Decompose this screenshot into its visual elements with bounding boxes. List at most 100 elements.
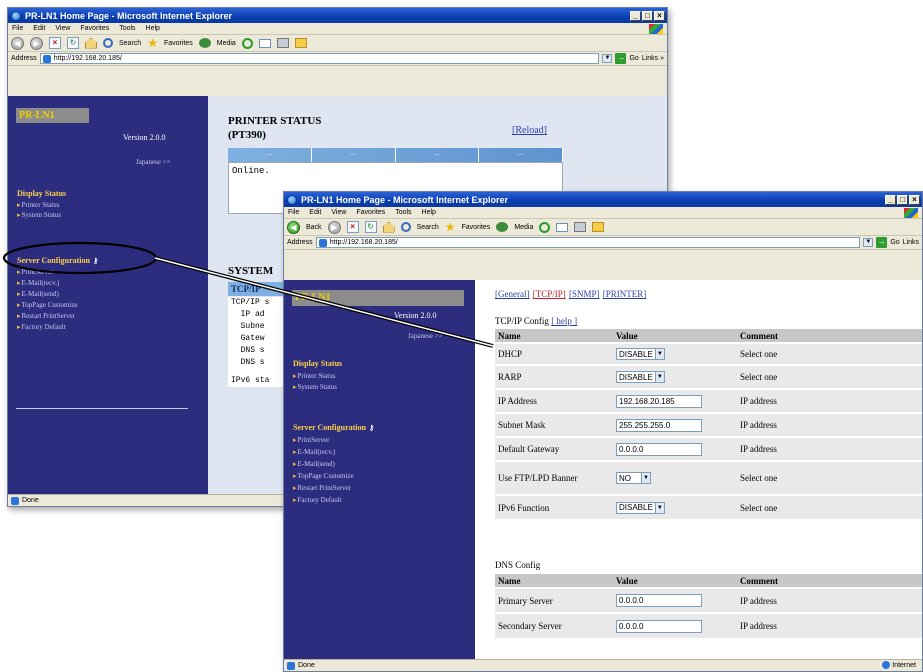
menu-file[interactable]: File xyxy=(12,25,23,32)
menu-view[interactable]: View xyxy=(55,25,70,32)
menu-help[interactable]: Help xyxy=(146,25,160,32)
folder-icon[interactable] xyxy=(592,222,605,232)
back-arrow-icon[interactable]: ◀ xyxy=(287,220,300,234)
table-row: Use FTP/LPD Banner NO ▼ Select one xyxy=(495,460,922,495)
close-button[interactable]: × xyxy=(654,10,665,21)
favorites-star-icon[interactable]: ★ xyxy=(147,37,158,49)
search-button[interactable]: Search xyxy=(119,40,141,47)
sidebar-link-email-recv[interactable]: E-Mail(recv.) xyxy=(293,448,336,456)
menu-tools[interactable]: Tools xyxy=(119,25,135,32)
reload-link[interactable]: [Reload] xyxy=(512,125,547,136)
maximize-button[interactable]: □ xyxy=(642,10,653,21)
ipv6-function-select[interactable]: DISABLE ▼ xyxy=(616,501,665,514)
history-icon[interactable] xyxy=(539,221,551,233)
japanese-link[interactable]: Japanese >> xyxy=(408,332,443,340)
menu-edit[interactable]: Edit xyxy=(309,209,321,216)
media-icon[interactable] xyxy=(198,38,211,48)
logo: PR-LN1 xyxy=(16,108,89,123)
sidebar-link-email-send[interactable]: E-Mail(send) xyxy=(293,460,335,468)
history-icon[interactable] xyxy=(241,37,253,49)
nav-snmp[interactable]: [SNMP] xyxy=(569,289,600,299)
refresh-button[interactable]: ↻ xyxy=(364,221,377,233)
address-dropdown[interactable]: ▼ xyxy=(602,54,613,63)
address-dropdown[interactable]: ▼ xyxy=(863,238,874,247)
sidebar-link-email-recv[interactable]: E-Mail(recv.) xyxy=(17,279,60,287)
sidebar-link-factory-default[interactable]: Factory Default xyxy=(293,496,342,504)
favorites-star-icon[interactable]: ★ xyxy=(445,221,456,233)
menu-edit[interactable]: Edit xyxy=(33,25,45,32)
title-bar[interactable]: PR-LN1 Home Page - Microsoft Internet Ex… xyxy=(8,8,667,23)
print-icon[interactable] xyxy=(276,38,289,48)
menu-file[interactable]: File xyxy=(288,209,299,216)
sidebar-link-printer-status[interactable]: Printer Status xyxy=(293,372,336,380)
dhcp-select[interactable]: DISABLE ▼ xyxy=(616,348,665,360)
minimize-button[interactable]: _ xyxy=(630,10,641,21)
media-button[interactable]: Media xyxy=(217,40,236,47)
go-arrow-icon[interactable]: → xyxy=(615,53,627,64)
stop-button[interactable]: × xyxy=(346,221,359,233)
status-strip-cell: --- xyxy=(228,148,312,162)
help-link[interactable]: [ help ] xyxy=(551,316,577,326)
go-button[interactable]: Go xyxy=(890,239,899,246)
minimize-button[interactable]: _ xyxy=(885,194,896,205)
go-button[interactable]: Go xyxy=(629,55,638,62)
subnet-mask-input[interactable]: 255.255.255.0 xyxy=(616,418,702,432)
sidebar-link-email-send[interactable]: E-Mail(send) xyxy=(17,290,59,298)
media-icon[interactable] xyxy=(496,222,509,232)
sidebar: PR-LN1 Version 2.0.0 Japanese >> Display… xyxy=(284,280,475,659)
mail-icon[interactable] xyxy=(556,222,569,232)
mail-icon[interactable] xyxy=(258,38,271,48)
sidebar-link-printserver[interactable]: PrintServer xyxy=(293,436,330,444)
forward-button[interactable]: ▶ xyxy=(327,220,341,234)
home-button[interactable] xyxy=(382,221,395,233)
sidebar-link-restart[interactable]: Restart PrintServer xyxy=(17,312,75,320)
ftp-lpd-banner-select[interactable]: NO ▼ xyxy=(616,472,651,484)
search-icon[interactable] xyxy=(400,222,411,232)
nav-tcpip[interactable]: [TCP/IP] xyxy=(533,289,566,299)
sidebar-link-toppage[interactable]: TopPage Customize xyxy=(17,301,78,309)
menu-favorites[interactable]: Favorites xyxy=(356,209,385,216)
print-icon[interactable] xyxy=(574,222,587,232)
address-input[interactable]: http://192.168.20.185/ xyxy=(39,53,600,64)
status-text: Done xyxy=(22,497,39,504)
maximize-button[interactable]: □ xyxy=(897,194,908,205)
japanese-link[interactable]: Japanese >> xyxy=(136,158,171,166)
links-button[interactable]: Links » xyxy=(642,55,664,62)
stop-button[interactable]: × xyxy=(49,37,61,49)
links-button[interactable]: Links xyxy=(903,239,919,246)
media-button[interactable]: Media xyxy=(514,224,533,231)
sidebar-link-printer-status[interactable]: Printer Status xyxy=(17,201,60,209)
sidebar-link-restart[interactable]: Restart PrintServer xyxy=(293,484,351,492)
back-button[interactable]: Back xyxy=(306,224,322,231)
forward-button[interactable]: ▶ xyxy=(30,36,43,50)
search-button[interactable]: Search xyxy=(417,224,439,231)
sidebar-link-printserver[interactable]: PrintServer xyxy=(17,268,54,276)
go-arrow-icon[interactable]: → xyxy=(876,237,888,248)
sidebar-link-system-status[interactable]: System Status xyxy=(17,211,61,219)
sidebar-link-system-status[interactable]: System Status xyxy=(293,383,337,391)
menu-favorites[interactable]: Favorites xyxy=(80,25,109,32)
folder-icon[interactable] xyxy=(294,38,307,48)
address-input[interactable]: http://192.168.20.185/ xyxy=(315,237,861,248)
menu-tools[interactable]: Tools xyxy=(395,209,411,216)
default-gateway-input[interactable]: 0.0.0.0 xyxy=(616,442,702,456)
home-button[interactable] xyxy=(85,37,97,49)
dns-config-title: DNS Config xyxy=(495,560,541,570)
primary-dns-input[interactable]: 0.0.0.0 xyxy=(616,594,702,607)
menu-help[interactable]: Help xyxy=(422,209,436,216)
close-button[interactable]: × xyxy=(909,194,920,205)
favorites-button[interactable]: Favorites xyxy=(462,224,491,231)
back-button[interactable]: ◀ xyxy=(11,36,24,50)
search-icon[interactable] xyxy=(103,38,113,48)
rarp-select[interactable]: DISABLE ▼ xyxy=(616,371,665,383)
nav-printer[interactable]: [PRINTER] xyxy=(603,289,647,299)
refresh-button[interactable]: ↻ xyxy=(67,37,79,49)
title-bar[interactable]: PR-LN1 Home Page - Microsoft Internet Ex… xyxy=(284,192,922,207)
sidebar-link-toppage[interactable]: TopPage Customize xyxy=(293,472,354,480)
secondary-dns-input[interactable]: 0.0.0.0 xyxy=(616,619,702,633)
favorites-button[interactable]: Favorites xyxy=(164,40,193,47)
ip-address-input[interactable]: 192.168.20.185 xyxy=(616,394,702,408)
nav-general[interactable]: [General] xyxy=(495,289,529,299)
sidebar-link-factory-default[interactable]: Factory Default xyxy=(17,323,66,331)
menu-view[interactable]: View xyxy=(331,209,346,216)
